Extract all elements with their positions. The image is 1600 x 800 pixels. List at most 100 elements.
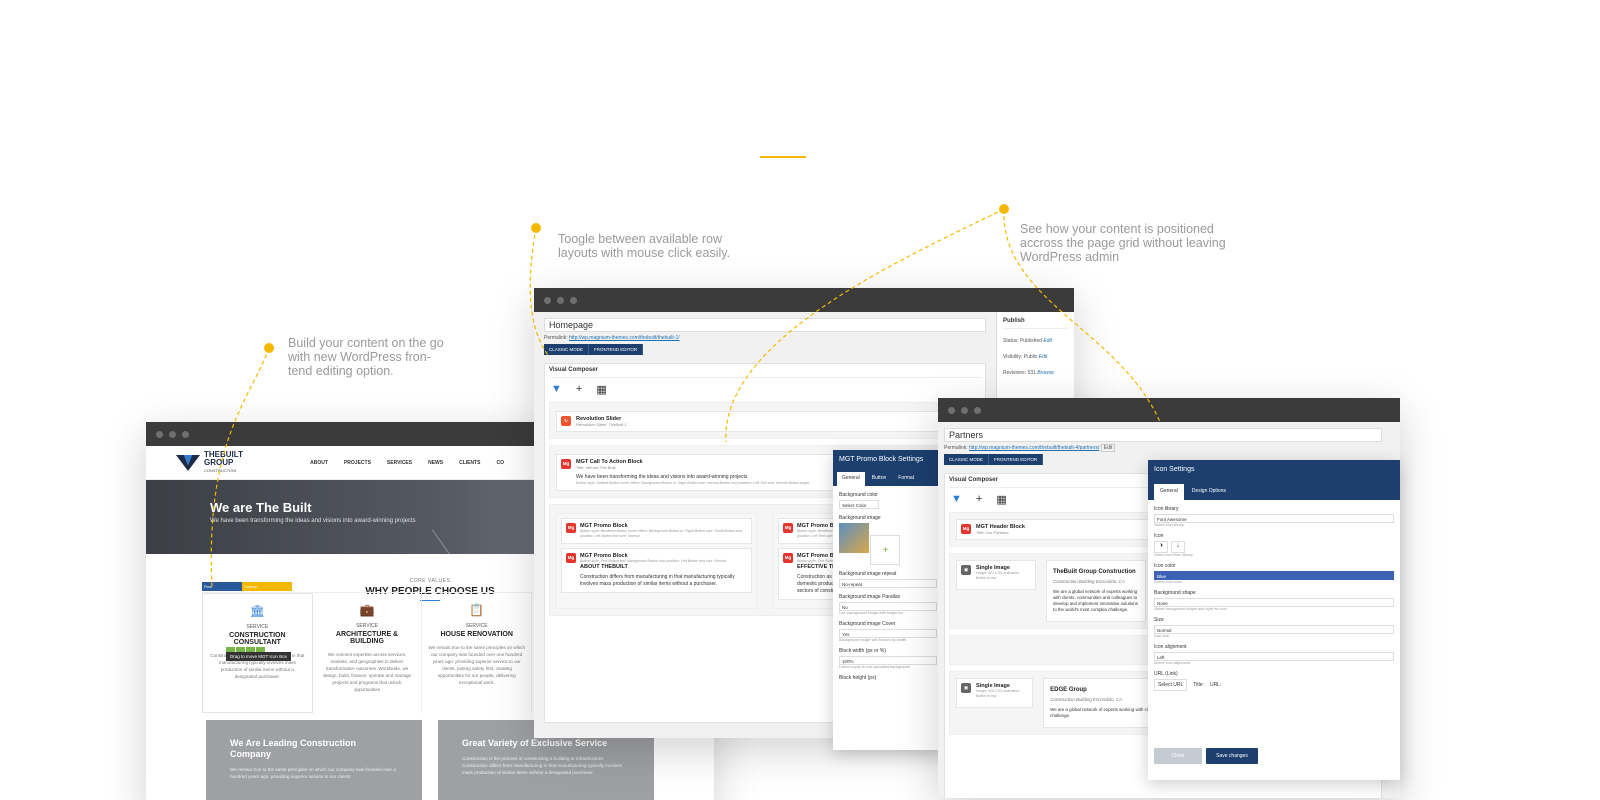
promo-block-settings-panel: MGT Promo Block Settings General Button … bbox=[833, 450, 943, 750]
bank-icon: 🏛 bbox=[249, 604, 265, 618]
post-title-input[interactable]: Partners bbox=[944, 428, 1382, 442]
templates-icon[interactable]: ▦ bbox=[596, 383, 606, 396]
adjust-icon[interactable]: ◑ bbox=[1154, 541, 1168, 553]
permalink-link[interactable]: http://wp.magnium-themes.com/thebuilt/th… bbox=[569, 335, 680, 341]
mgt-icon: Mg bbox=[566, 523, 576, 533]
publish-title: Publish bbox=[1003, 318, 1068, 329]
url-url-label: URL: bbox=[1209, 682, 1222, 688]
vc-logo-icon[interactable]: ▼ bbox=[951, 493, 962, 506]
service-card[interactable]: 📋 SERVICE HOUSE RENOVATION We remain tru… bbox=[422, 593, 533, 713]
field-icon-alignment: Icon alignment Left Select icon alignmen… bbox=[1154, 644, 1394, 665]
row-control-button[interactable]: Row bbox=[202, 582, 242, 591]
status-edit-link[interactable]: Edit bbox=[1043, 338, 1052, 344]
select-url-button[interactable]: Select URL bbox=[1154, 679, 1188, 691]
tab-general[interactable]: General bbox=[1154, 484, 1184, 500]
window-dot[interactable] bbox=[570, 296, 577, 304]
background-shape-select[interactable]: None bbox=[1154, 598, 1394, 607]
nav-item-clients[interactable]: CLIENTS bbox=[459, 460, 480, 466]
company-description: We are a global network of experts worki… bbox=[1053, 589, 1138, 612]
add-image-icon[interactable]: + bbox=[870, 535, 901, 565]
revolution-slider-icon: ↻ bbox=[561, 416, 571, 426]
image-parallax-select[interactable]: No bbox=[839, 602, 937, 611]
panel-tabs: General Design Options bbox=[1148, 482, 1400, 500]
frontend-editor-button[interactable]: FRONTEND EDITOR bbox=[989, 454, 1044, 465]
add-element-icon[interactable]: + bbox=[576, 383, 582, 396]
color-picker-button[interactable]: Select Color bbox=[839, 500, 879, 509]
vc-element[interactable]: ▣ Single Image Image: 925 CSS Animation:… bbox=[956, 678, 1034, 708]
company-name: TheBuilt Group Construction bbox=[1053, 569, 1136, 575]
element-body: Construction differs from manufacturing … bbox=[580, 574, 735, 587]
window-dot[interactable] bbox=[557, 296, 564, 304]
close-button[interactable]: Close bbox=[1154, 748, 1202, 764]
company-text-block[interactable]: TheBuilt Group Construction Construction… bbox=[1046, 560, 1146, 622]
field-hint: Icon size. bbox=[1154, 634, 1171, 638]
icon-picker[interactable]: ◑ ↓ bbox=[1154, 541, 1394, 553]
arrow-down-icon[interactable]: ↓ bbox=[1171, 541, 1185, 553]
size-select[interactable]: Normal bbox=[1154, 625, 1394, 634]
nav-item-contact[interactable]: CO bbox=[497, 460, 505, 466]
icon-color-select[interactable]: Blue bbox=[1154, 571, 1394, 580]
field-label: Icon color bbox=[1154, 563, 1176, 569]
visibility-edit-link[interactable]: Edit bbox=[1039, 354, 1048, 360]
tab-button[interactable]: Button bbox=[867, 472, 891, 486]
window-dot[interactable] bbox=[544, 296, 551, 304]
site-logo[interactable]: THEBUILT GROUP CONSTRUCTION bbox=[176, 450, 243, 475]
add-element-icon[interactable]: + bbox=[976, 493, 982, 506]
vc-logo-icon[interactable]: ▼ bbox=[551, 383, 562, 396]
vc-element[interactable]: ↻ Revolution Slider Revolution Slider: T… bbox=[556, 411, 974, 432]
field-hint: Select icon from library. bbox=[1154, 553, 1194, 557]
window-dot[interactable] bbox=[169, 430, 176, 438]
tab-design-options[interactable]: Design Options bbox=[1186, 484, 1232, 500]
classic-mode-button[interactable]: CLASSIC MODE bbox=[944, 454, 990, 465]
tab-general[interactable]: General bbox=[837, 472, 865, 486]
window-dot[interactable] bbox=[948, 406, 955, 414]
vc-element[interactable]: ▣ Single Image Image: 921 CSS Animation:… bbox=[956, 560, 1036, 590]
permalink-edit-button[interactable]: Edit bbox=[1100, 444, 1116, 452]
field-image-repeat: Background image repeat No-repeat bbox=[839, 571, 937, 588]
panel-footer: Close Save changes bbox=[1154, 748, 1258, 764]
field-label: Icon alignment bbox=[1154, 644, 1187, 650]
vc-element[interactable]: Mg MGT Promo Block Button style: Bordere… bbox=[561, 518, 752, 544]
vc-toolbar: ▼ + ▦ bbox=[551, 383, 979, 396]
window-dot[interactable] bbox=[156, 430, 163, 438]
frontend-editor-button[interactable]: FRONTEND EDITOR bbox=[589, 344, 644, 355]
revisions-browse-link[interactable]: Browse bbox=[1037, 370, 1054, 376]
column-control-button[interactable]: Column bbox=[242, 582, 292, 591]
image-cover-select[interactable]: Yes bbox=[839, 629, 937, 638]
classic-mode-button[interactable]: CLASSIC MODE bbox=[544, 344, 590, 355]
element-body: We have been transforming the ideas and … bbox=[576, 474, 748, 480]
field-background-color: Background color Select Color bbox=[839, 492, 937, 509]
element-sub: Title: Our Partners bbox=[976, 530, 1009, 535]
vc-element[interactable]: Mg MGT Promo Block Button style: Text Bu… bbox=[561, 548, 752, 593]
nav-item-about[interactable]: ABOUT bbox=[310, 460, 328, 466]
window-dot[interactable] bbox=[974, 406, 981, 414]
save-changes-button[interactable]: Save changes bbox=[1206, 748, 1258, 764]
publish-visibility: Visibility: Public Edit bbox=[1003, 354, 1068, 361]
feature-card[interactable]: We Are Leading Construction Company We r… bbox=[206, 720, 422, 800]
window-dot[interactable] bbox=[961, 406, 968, 414]
permalink: Permalink: http://wp.magnium-themes.com/… bbox=[544, 335, 986, 341]
field-label: Background image Cover bbox=[839, 621, 896, 627]
icon-library-select[interactable]: Font Awesome bbox=[1154, 514, 1394, 523]
image-thumbnail[interactable] bbox=[839, 523, 869, 553]
nav-item-services[interactable]: SERVICES bbox=[387, 460, 412, 466]
post-title-input[interactable]: Homepage bbox=[544, 318, 986, 332]
vc-element[interactable]: Mg MGT Header Block Title: Our Partners bbox=[956, 519, 1156, 540]
publish-status: Status: Published Edit bbox=[1003, 338, 1068, 345]
window-dot[interactable] bbox=[182, 430, 189, 438]
permalink-link[interactable]: http://wp.magnium-themes.com/thebuilt/th… bbox=[969, 445, 1099, 451]
service-card[interactable]: 💼 SERVICE ARCHITECTURE & BUILDING We con… bbox=[313, 593, 423, 713]
block-width-input[interactable]: 100% bbox=[839, 656, 937, 665]
tab-format[interactable]: Format bbox=[893, 472, 919, 486]
service-label: SERVICE bbox=[465, 623, 488, 629]
vc-row[interactable]: ↻ Revolution Slider Revolution Slider: T… bbox=[549, 402, 981, 439]
nav-item-news[interactable]: NEWS bbox=[428, 460, 443, 466]
nav-item-projects[interactable]: PROJECTS bbox=[344, 460, 371, 466]
field-icon-color: Icon color Blue Select icon color. bbox=[1154, 563, 1394, 584]
templates-icon[interactable]: ▦ bbox=[996, 493, 1006, 506]
icon-alignment-select[interactable]: Left bbox=[1154, 652, 1394, 661]
vc-column[interactable]: Mg MGT Promo Block Button style: Bordere… bbox=[556, 513, 757, 609]
image-repeat-select[interactable]: No-repeat bbox=[839, 579, 937, 588]
field-label: Icon bbox=[1154, 533, 1164, 539]
element-params: Image: 925 CSS Animation: Button to top bbox=[976, 689, 1021, 698]
